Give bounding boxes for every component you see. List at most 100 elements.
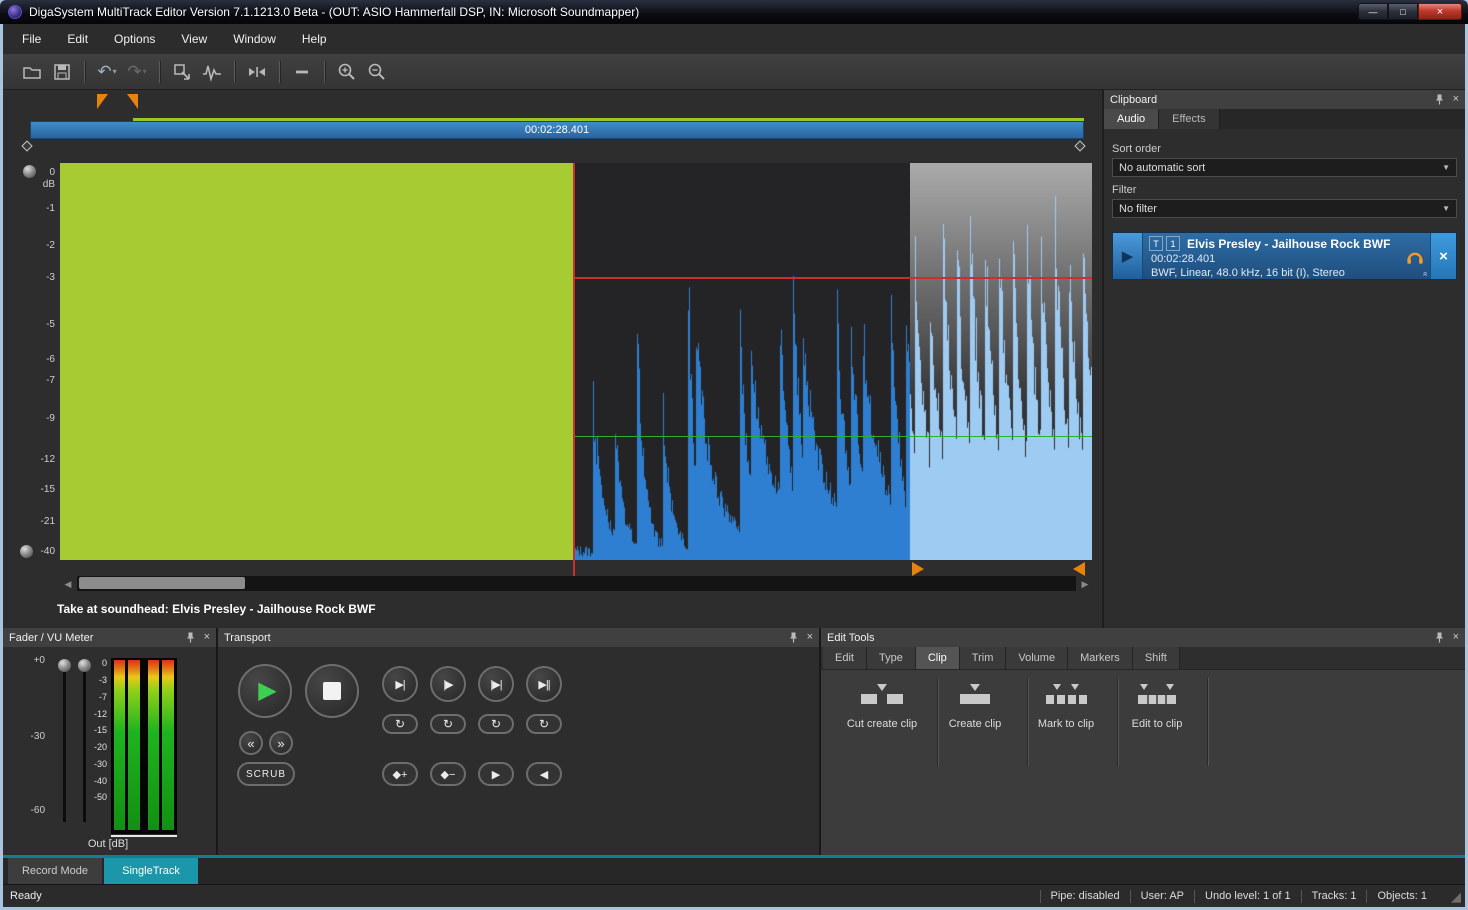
- menu-help[interactable]: Help: [289, 27, 340, 51]
- zoom-in-icon[interactable]: [332, 58, 362, 86]
- edit-to-clip-icon: [1112, 680, 1202, 712]
- playhead-line[interactable]: [573, 163, 575, 560]
- overview-marker-start-icon[interactable]: [97, 94, 108, 109]
- close-icon[interactable]: ×: [204, 632, 210, 643]
- clipboard-item[interactable]: ▶ T 1 Elvis Presley - Jailhouse Rock BWF…: [1112, 232, 1457, 280]
- overview-handle-left[interactable]: [21, 140, 32, 151]
- menu-options[interactable]: Options: [101, 27, 168, 51]
- tab-effects[interactable]: Effects: [1159, 109, 1219, 129]
- db-tick: -5: [15, 319, 55, 330]
- add-marker-button[interactable]: ◆+: [382, 762, 418, 786]
- window-title: DigaSystem MultiTrack Editor Version 7.1…: [29, 5, 639, 19]
- marked-region[interactable]: [60, 163, 575, 560]
- pin-icon[interactable]: [1435, 632, 1444, 643]
- tab-edit[interactable]: Edit: [823, 647, 867, 669]
- toolbar-separator: [84, 61, 85, 83]
- play-button[interactable]: ▶: [238, 664, 292, 718]
- overview-position-bar[interactable]: 00:02:28.401: [30, 121, 1084, 139]
- loop-from-cursor-button[interactable]: ↻: [430, 714, 466, 734]
- play-selection-button[interactable]: |▶|: [478, 666, 514, 702]
- tab-singletrack[interactable]: SingleTrack: [104, 858, 198, 884]
- selection-marker-left-icon[interactable]: [912, 562, 924, 576]
- cut-create-clip-button[interactable]: Cut create clip: [837, 680, 927, 730]
- remove-icon[interactable]: [287, 58, 317, 86]
- tab-audio[interactable]: Audio: [1104, 109, 1159, 129]
- scrollbar-thumb[interactable]: [79, 577, 245, 589]
- center-line: [575, 436, 1092, 437]
- zoom-out-icon[interactable]: [362, 58, 392, 86]
- resize-grip-icon[interactable]: ◢: [1451, 890, 1461, 903]
- vu-tick: 0: [87, 658, 107, 668]
- item-remove-button[interactable]: ×: [1430, 233, 1456, 279]
- item-play-button[interactable]: ▶: [1113, 233, 1143, 279]
- fader-knob-left[interactable]: [58, 659, 71, 672]
- loop-selection-button[interactable]: ↻: [478, 714, 514, 734]
- stop-button[interactable]: [305, 664, 359, 718]
- maximize-button[interactable]: □: [1388, 3, 1418, 20]
- step-back-button[interactable]: ◀: [526, 762, 562, 786]
- import-export-icon[interactable]: [167, 58, 197, 86]
- play-to-cursor-button[interactable]: ▶|: [382, 666, 418, 702]
- tab-volume[interactable]: Volume: [1006, 647, 1068, 669]
- scroll-left-button[interactable]: ◀: [61, 577, 75, 591]
- tab-record-mode[interactable]: Record Mode: [8, 858, 102, 884]
- waveform-canvas[interactable]: [575, 163, 1092, 560]
- fader-track-left[interactable]: [63, 670, 66, 822]
- overview-marker-end-icon[interactable]: [127, 94, 138, 109]
- rewind-button[interactable]: «: [239, 731, 263, 755]
- forward-button[interactable]: »: [269, 731, 293, 755]
- close-icon[interactable]: ×: [1453, 632, 1459, 643]
- save-icon[interactable]: [47, 58, 77, 86]
- pin-icon[interactable]: [789, 632, 798, 643]
- clipboard-panel: Clipboard × Audio Effects Sort order No …: [1104, 90, 1465, 628]
- close-icon[interactable]: ×: [1453, 94, 1459, 105]
- waveform-display[interactable]: [60, 163, 1092, 560]
- play-around-cursor-button[interactable]: ▶||: [526, 666, 562, 702]
- menu-window[interactable]: Window: [220, 27, 289, 51]
- close-button[interactable]: ×: [1418, 3, 1462, 20]
- db-tick: -3: [15, 272, 55, 283]
- loop-around-cursor-button[interactable]: ↻: [526, 714, 562, 734]
- menu-view[interactable]: View: [168, 27, 220, 51]
- fader-track-right[interactable]: [83, 670, 86, 822]
- item-number-cell: 1: [1166, 236, 1180, 251]
- mark-to-clip-icon: [1021, 680, 1111, 712]
- collapse-icon[interactable]: »: [1419, 271, 1429, 276]
- loop-to-cursor-button[interactable]: ↻: [382, 714, 418, 734]
- remove-marker-button[interactable]: ◆−: [430, 762, 466, 786]
- menu-file[interactable]: File: [9, 27, 54, 51]
- tab-clip[interactable]: Clip: [916, 647, 960, 669]
- filter-select[interactable]: No filter ▼: [1112, 199, 1457, 218]
- create-clip-button[interactable]: Create clip: [930, 680, 1020, 730]
- clipboard-header: Clipboard ×: [1104, 90, 1465, 109]
- pin-icon[interactable]: [186, 632, 195, 643]
- minimize-button[interactable]: —: [1358, 3, 1388, 20]
- overview-handle-right[interactable]: [1074, 140, 1085, 151]
- ruler-knob-bottom[interactable]: [20, 545, 33, 558]
- edit-tools-tabs: Edit Type Clip Trim Volume Markers Shift: [821, 647, 1465, 670]
- scroll-right-button[interactable]: ▶: [1078, 577, 1092, 591]
- redo-icon[interactable]: ↷▾: [122, 58, 152, 86]
- open-icon[interactable]: [17, 58, 47, 86]
- horizontal-scrollbar[interactable]: [77, 576, 1076, 591]
- undo-icon[interactable]: ↶▾: [92, 58, 122, 86]
- waveform-edit-icon[interactable]: [197, 58, 227, 86]
- tab-trim[interactable]: Trim: [960, 647, 1007, 669]
- pin-icon[interactable]: [1435, 94, 1444, 105]
- skip-to-marker-icon[interactable]: [242, 58, 272, 86]
- step-forward-button[interactable]: ▶: [478, 762, 514, 786]
- item-format: BWF, Linear, 48.0 kHz, 16 bit (I), Stere…: [1151, 267, 1400, 279]
- selection-marker-right-icon[interactable]: [1073, 562, 1085, 576]
- close-icon[interactable]: ×: [807, 632, 813, 643]
- scrub-button[interactable]: SCRUB: [237, 762, 295, 786]
- edit-to-clip-button[interactable]: Edit to clip: [1112, 680, 1202, 730]
- tab-markers[interactable]: Markers: [1068, 647, 1133, 669]
- sort-order-select[interactable]: No automatic sort ▼: [1112, 158, 1457, 177]
- fader-vu-panel: Fader / VU Meter × +0 -30 -60 0 -3 -7 -1…: [3, 628, 216, 855]
- menu-edit[interactable]: Edit: [54, 27, 101, 51]
- mark-to-clip-button[interactable]: Mark to clip: [1021, 680, 1111, 730]
- vu-tick: -30: [87, 759, 107, 769]
- tab-shift[interactable]: Shift: [1133, 647, 1180, 669]
- play-from-cursor-button[interactable]: |▶: [430, 666, 466, 702]
- tab-type[interactable]: Type: [867, 647, 916, 669]
